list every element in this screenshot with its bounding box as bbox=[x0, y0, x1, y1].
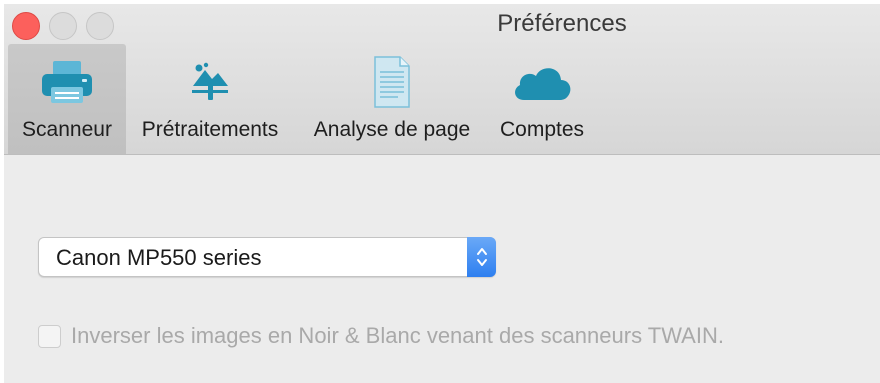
select-arrows-icon[interactable] bbox=[467, 237, 496, 277]
invert-twain-checkbox[interactable] bbox=[38, 324, 61, 348]
cloud-icon bbox=[510, 56, 574, 108]
preferences-window: Préférences Scanneur Prétraitements Anal… bbox=[4, 4, 880, 383]
scanner-pane: Canon MP550 series Inverser les images e… bbox=[4, 155, 880, 383]
scanner-device-select[interactable]: Canon MP550 series bbox=[38, 237, 496, 277]
titlebar: Préférences Scanneur Prétraitements Anal… bbox=[4, 4, 880, 155]
tab-label: Analyse de page bbox=[313, 118, 471, 141]
invert-twain-option: Inverser les images en Noir & Blanc vena… bbox=[38, 323, 724, 349]
image-adjust-icon bbox=[188, 56, 232, 108]
tab-analyse-de-page[interactable]: Analyse de page bbox=[302, 44, 482, 154]
page-document-icon bbox=[372, 56, 412, 108]
preferences-toolbar: Scanneur Prétraitements Analyse de page … bbox=[4, 44, 880, 154]
tab-scanneur[interactable]: Scanneur bbox=[8, 44, 126, 154]
tab-label: Prétraitements bbox=[141, 118, 279, 141]
tab-label: Scanneur bbox=[22, 118, 112, 141]
tab-pretraitements[interactable]: Prétraitements bbox=[130, 44, 290, 154]
window-title: Préférences bbox=[497, 10, 627, 37]
selected-scanner-value: Canon MP550 series bbox=[56, 245, 262, 270]
scanner-icon bbox=[39, 56, 95, 108]
tab-label: Comptes bbox=[499, 118, 585, 141]
invert-twain-label: Inverser les images en Noir & Blanc vena… bbox=[71, 323, 724, 348]
tab-comptes[interactable]: Comptes bbox=[490, 44, 594, 154]
